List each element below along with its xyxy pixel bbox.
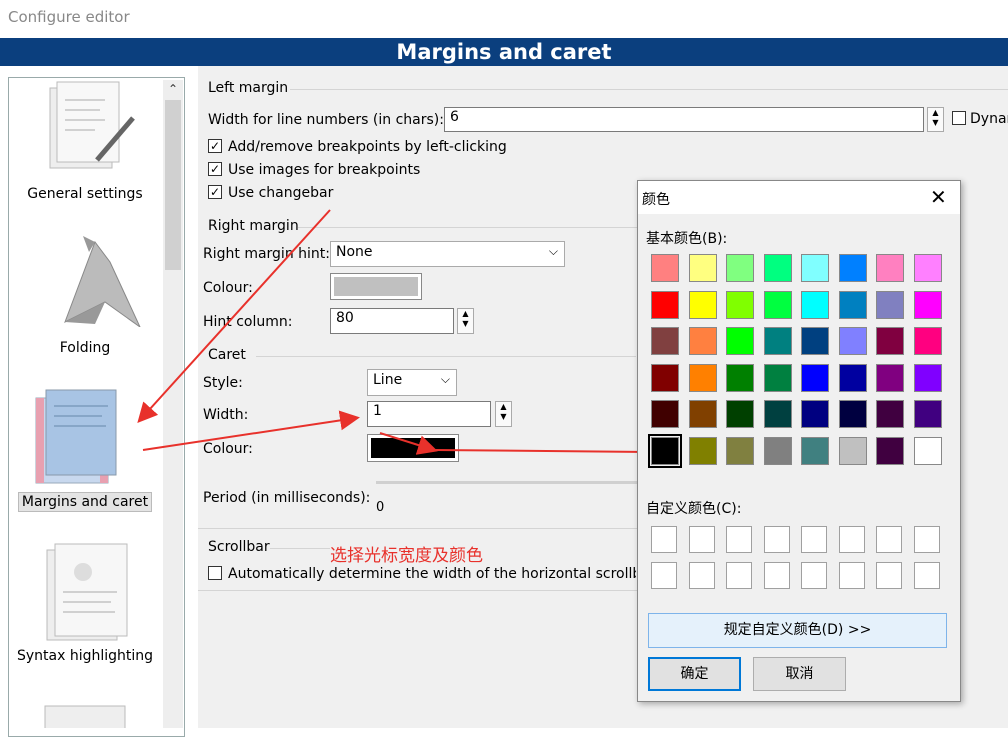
custom-color-swatch[interactable]	[876, 526, 902, 553]
basic-color-swatch[interactable]	[876, 254, 904, 282]
custom-color-swatch[interactable]	[651, 526, 677, 553]
basic-color-swatch[interactable]	[801, 290, 829, 319]
custom-color-swatch[interactable]	[801, 562, 827, 589]
custom-color-swatch[interactable]	[651, 562, 677, 589]
basic-color-swatch[interactable]	[876, 290, 904, 319]
arrow-to-colour	[379, 432, 438, 455]
basic-color-swatch[interactable]	[726, 363, 754, 392]
basic-color-swatch[interactable]	[913, 363, 942, 392]
custom-color-swatch[interactable]	[876, 562, 902, 589]
basic-color-swatch[interactable]	[876, 436, 904, 465]
cancel-button[interactable]: 取消	[753, 657, 846, 691]
basic-color-swatch[interactable]	[913, 400, 942, 428]
basic-color-swatch[interactable]	[801, 400, 829, 428]
basic-color-swatch[interactable]	[763, 290, 792, 319]
basic-color-swatch[interactable]	[913, 436, 942, 465]
basic-color-swatch[interactable]	[726, 436, 754, 465]
basic-color-swatch[interactable]	[726, 290, 754, 319]
basic-color-swatch[interactable]	[651, 400, 679, 428]
basic-color-swatch[interactable]	[763, 363, 792, 392]
basic-color-swatch[interactable]	[651, 327, 679, 355]
custom-color-swatch[interactable]	[838, 562, 865, 589]
basic-color-swatch[interactable]	[726, 400, 754, 428]
basic-color-swatch[interactable]	[651, 363, 679, 392]
basic-color-swatch[interactable]	[688, 363, 717, 392]
basic-color-swatch[interactable]	[688, 290, 717, 319]
close-icon[interactable]: ✕	[930, 185, 947, 209]
basic-color-swatch[interactable]	[763, 400, 792, 428]
color-dialog: 颜色 ✕ 基本颜色(B): 自定义颜色(C): 规定自定义颜色(D) >> 确定…	[637, 180, 961, 702]
custom-color-swatch[interactable]	[726, 562, 752, 589]
basic-color-swatch[interactable]	[651, 290, 679, 319]
basic-color-swatch[interactable]	[801, 363, 829, 392]
basic-color-swatch[interactable]	[913, 254, 942, 282]
basic-color-swatch[interactable]	[913, 327, 942, 355]
basic-color-swatch[interactable]	[838, 400, 867, 428]
define-custom-colors-button[interactable]: 规定自定义颜色(D) >>	[648, 613, 947, 648]
custom-color-swatch[interactable]	[726, 526, 752, 553]
custom-color-swatch[interactable]	[801, 526, 827, 553]
custom-color-swatch[interactable]	[913, 562, 940, 589]
basic-color-swatch[interactable]	[726, 327, 754, 355]
basic-color-swatch[interactable]	[688, 400, 717, 428]
custom-colors-label: 自定义颜色(C):	[646, 501, 742, 517]
custom-color-swatch[interactable]	[763, 526, 790, 553]
arrow-to-sidebar	[137, 209, 331, 423]
basic-color-swatch[interactable]	[838, 254, 867, 282]
arrow-to-width	[142, 410, 360, 451]
ok-button[interactable]: 确定	[648, 657, 741, 691]
basic-color-swatch[interactable]	[801, 254, 829, 282]
basic-color-swatch[interactable]	[763, 327, 792, 355]
basic-color-swatch[interactable]	[726, 254, 754, 282]
basic-color-swatch[interactable]	[838, 436, 867, 465]
basic-color-swatch[interactable]	[876, 327, 904, 355]
basic-color-swatch[interactable]	[801, 327, 829, 355]
basic-color-swatch[interactable]	[688, 436, 717, 465]
arrow-to-black-swatch	[433, 441, 658, 462]
basic-color-swatch[interactable]	[913, 290, 942, 319]
basic-color-swatch[interactable]	[838, 363, 867, 392]
basic-color-swatch[interactable]	[838, 327, 867, 355]
basic-color-swatch[interactable]	[763, 254, 792, 282]
basic-color-swatch[interactable]	[651, 254, 679, 282]
basic-color-swatch[interactable]	[688, 254, 717, 282]
basic-color-swatch[interactable]	[801, 436, 829, 465]
custom-color-swatch[interactable]	[913, 526, 940, 553]
basic-color-swatch[interactable]	[648, 433, 682, 468]
basic-color-swatch[interactable]	[876, 400, 904, 428]
color-dialog-titlebar	[638, 181, 960, 214]
custom-color-swatch[interactable]	[688, 526, 715, 553]
basic-colors-label: 基本颜色(B):	[646, 231, 728, 247]
custom-color-swatch[interactable]	[838, 526, 865, 553]
basic-colors-grid	[648, 254, 951, 469]
color-dialog-title: 颜色	[642, 192, 670, 208]
custom-color-swatch[interactable]	[763, 562, 790, 589]
basic-color-swatch[interactable]	[838, 290, 867, 319]
custom-colors-grid	[651, 526, 951, 596]
basic-color-swatch[interactable]	[688, 327, 717, 355]
custom-color-swatch[interactable]	[688, 562, 715, 589]
basic-color-swatch[interactable]	[876, 363, 904, 392]
basic-color-swatch[interactable]	[763, 436, 792, 465]
